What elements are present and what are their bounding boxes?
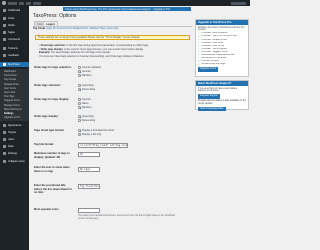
sidebar-item-appearance[interactable]: Appearance	[0, 123, 29, 128]
sidebar-item-users[interactable]: Users	[0, 137, 29, 142]
radio-option[interactable]: Counter	[78, 98, 91, 101]
subnav-links[interactable]: | Tags for Current Post | Related Posts …	[45, 27, 119, 30]
no-tag-text-input[interactable]: No tags.	[78, 167, 100, 172]
legacy-subnav: Tag Cloud | Tags for Current Post | Rela…	[33, 27, 118, 30]
field-label: Order tags display:	[34, 115, 59, 118]
radio-button[interactable]	[78, 133, 81, 136]
media-icon	[2, 24, 6, 27]
radio-button[interactable]	[78, 74, 81, 77]
max-tags-input[interactable]: 45	[78, 152, 100, 157]
radio-option[interactable]: Random	[78, 74, 91, 77]
radio-button[interactable]	[78, 66, 81, 69]
field-label: Tag link format:	[34, 143, 54, 146]
account-greeting[interactable]	[231, 1, 246, 5]
radio-button[interactable]	[78, 129, 81, 132]
legacy-warning-notice: These settings are no longer being updat…	[35, 35, 190, 40]
radio-option[interactable]: Descending	[78, 119, 95, 122]
collapse-icon	[2, 160, 6, 163]
field-label: Order tags selection:	[34, 84, 61, 87]
help-bullets: • Cloud tags selection: is the first ste…	[39, 44, 189, 59]
field-label: Tags cloud type format:	[34, 129, 65, 132]
tag-link-format-input[interactable]: <a href="%tag_link%" id="tag-link-%tag_i…	[78, 143, 128, 148]
sidebar-item-products[interactable]: Products	[0, 46, 29, 51]
taxopress-submenu: Dashboard Taxonomies Tag Clouds Related …	[0, 69, 29, 121]
admin-bar	[0, 0, 250, 6]
radio-button[interactable]	[78, 98, 81, 101]
comments-icon[interactable]	[26, 1, 31, 5]
radio-option[interactable]: Display a list only	[78, 133, 101, 136]
pro-upsell-notice: You're using TaxoPress Free. The Pro ver…	[63, 7, 191, 11]
feedback-icon	[2, 54, 6, 57]
subnav-current[interactable]: Tag Cloud	[33, 27, 45, 30]
settings-icon	[2, 152, 6, 155]
title-before-list-input[interactable]: Tag Cloud Posted	[78, 184, 100, 189]
sidebar-item-dashboard[interactable]: Dashboard	[0, 8, 29, 13]
radio-option[interactable]: Random	[78, 106, 91, 109]
sidebar-item-taxopress[interactable]: TaxoPress	[0, 62, 29, 67]
wrench-icon	[2, 145, 6, 148]
radio-option[interactable]: Ascending	[78, 84, 94, 87]
updates-icon[interactable]	[19, 1, 24, 5]
sidebar-item-settings[interactable]: Settings	[0, 151, 29, 156]
wordpress-logo-icon[interactable]	[1, 1, 6, 5]
new-content-item[interactable]	[33, 1, 41, 5]
sidebar-item-feedback[interactable]: Feedback	[0, 53, 29, 58]
support-text: If you need help or have a new feature r…	[198, 87, 238, 93]
upgrade-to-pro-button[interactable]: Upgrade to Pro	[198, 67, 219, 72]
comment-icon	[2, 38, 6, 41]
field-label: Most popular color:	[34, 208, 60, 211]
radio-button[interactable]	[78, 84, 81, 87]
feature-item: ✓ No ads inside the plugin	[198, 63, 226, 66]
brush-icon	[2, 124, 6, 127]
field-label: Enter the positioned title before the li…	[34, 184, 72, 195]
site-name-item[interactable]	[8, 1, 17, 5]
bullet-line: You must set Cloud tags selection to Cou…	[39, 55, 145, 59]
plugin-icon	[2, 131, 6, 134]
radio-button[interactable]	[78, 88, 81, 91]
request-support-button[interactable]: Request Support	[198, 94, 220, 99]
sidebar-item-collapse[interactable]: Collapse menu	[0, 159, 29, 164]
sidebar-item-tools[interactable]: Tools	[0, 144, 29, 149]
users-icon	[2, 138, 6, 141]
support-box: Need TaxoPress Support? If you need help…	[195, 80, 249, 112]
sidebar-item-media[interactable]: Media	[0, 23, 29, 28]
radio-button[interactable]	[78, 70, 81, 73]
most-popular-color-input[interactable]	[78, 208, 100, 213]
docs-text: Detailed documentation is also available…	[198, 99, 247, 105]
upgrade-link[interactable]: Upgrade to Pro	[153, 8, 170, 11]
field-label: Enter the text to show when there is no …	[34, 166, 70, 173]
radio-option[interactable]: Name	[78, 102, 89, 105]
pin-icon	[2, 17, 6, 20]
submenu-item-upgrade[interactable]: Upgrade to Pro	[4, 116, 28, 120]
radio-button[interactable]	[78, 106, 81, 109]
page-icon	[2, 31, 6, 34]
checkmark-icon: ✓	[198, 63, 201, 66]
page-title: TaxoPress: Options	[33, 13, 77, 19]
dashboard-icon	[2, 9, 6, 12]
notice-text: You're using TaxoPress Free. The Pro ver…	[65, 7, 152, 11]
field-label: Order tags for tags display:	[34, 98, 70, 101]
sidebar-item-plugins[interactable]: Plugins	[0, 130, 29, 135]
radio-button[interactable]	[78, 115, 81, 118]
admin-sidebar: Dashboard Posts Media Pages Comments Pro…	[0, 6, 29, 250]
product-icon	[2, 47, 6, 50]
tag-icon	[2, 63, 6, 66]
radio-option[interactable]: Display a formatted list cloud	[78, 129, 114, 132]
field-label: Order tags for tags selection:	[34, 66, 72, 69]
field-label: Maximum number of tags to display: (defa…	[34, 152, 70, 159]
upgrade-box: Upgrade to TaxoPress Pro Enhance the pow…	[195, 19, 249, 77]
color-hint: The colours are hexadecimal colours, and…	[78, 215, 175, 220]
radio-option[interactable]: Counter	[78, 70, 91, 73]
sidebar-item-comments[interactable]: Comments	[0, 37, 29, 42]
radio-button[interactable]	[78, 119, 81, 122]
radio-button[interactable]	[78, 102, 81, 105]
radio-option[interactable]: Descending	[78, 88, 95, 91]
knowledge-base-button[interactable]: View Knowledge Base	[198, 106, 226, 112]
radio-option[interactable]: Ascending	[78, 115, 94, 118]
sidebar-item-posts[interactable]: Posts	[0, 16, 29, 21]
sidebar-item-pages[interactable]: Pages	[0, 30, 29, 35]
radio-option[interactable]: Counter (default)	[78, 66, 101, 69]
